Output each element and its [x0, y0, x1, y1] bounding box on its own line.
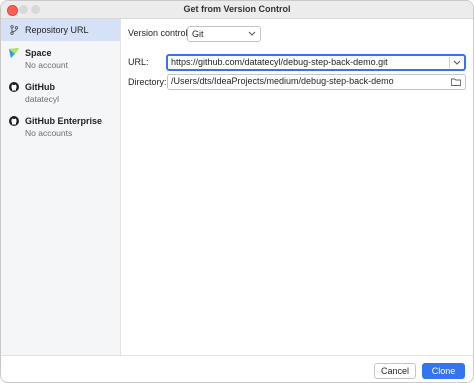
space-icon — [9, 48, 19, 58]
title-bar: Get from Version Control — [1, 1, 473, 19]
chevron-down-icon — [248, 31, 256, 36]
sidebar-item-label: GitHub Enterprise — [25, 116, 103, 126]
sidebar-item-github-enterprise[interactable]: GitHub Enterprise No accounts — [1, 113, 120, 141]
directory-input-value: /Users/dts/IdeaProjects/medium/debug-ste… — [171, 76, 394, 86]
sidebar-item-label: GitHub — [25, 82, 55, 92]
sidebar: Repository URL Space No account GitHub d… — [1, 19, 121, 356]
url-input[interactable]: https://github.com/datatecyl/debug-step-… — [166, 54, 466, 71]
sidebar-item-sublabel: No accounts — [25, 128, 73, 138]
dialog-footer: Cancel Clone — [1, 355, 473, 382]
github-icon — [9, 116, 19, 126]
sidebar-item-sublabel: datatecyl — [25, 94, 60, 104]
chevron-down-icon[interactable] — [453, 58, 461, 66]
version-control-value: Git — [192, 29, 204, 39]
version-control-label: Version control: — [128, 28, 191, 38]
clone-button[interactable]: Clone — [422, 363, 465, 379]
sidebar-item-sublabel: No account — [25, 60, 68, 70]
github-icon — [9, 82, 19, 92]
cancel-button[interactable]: Cancel — [374, 363, 416, 379]
directory-label: Directory: — [128, 77, 167, 87]
window-title: Get from Version Control — [183, 4, 291, 14]
folder-icon[interactable] — [451, 78, 461, 86]
sidebar-item-label: Space — [25, 48, 52, 58]
url-input-value: https://github.com/datatecyl/debug-step-… — [171, 57, 388, 67]
sidebar-item-label: Repository URL — [25, 25, 89, 35]
sidebar-item-github[interactable]: GitHub datatecyl — [1, 79, 120, 107]
version-control-select[interactable]: Git — [187, 26, 261, 42]
sidebar-item-repository-url[interactable]: Repository URL — [1, 19, 120, 41]
url-label: URL: — [128, 57, 149, 67]
vcs-branch-icon — [10, 25, 19, 35]
sidebar-item-space[interactable]: Space No account — [1, 45, 120, 73]
directory-input[interactable]: /Users/dts/IdeaProjects/medium/debug-ste… — [167, 74, 466, 90]
url-dropdown-separator — [449, 57, 450, 68]
dialog-window: Get from Version Control Repository URL … — [0, 0, 474, 383]
